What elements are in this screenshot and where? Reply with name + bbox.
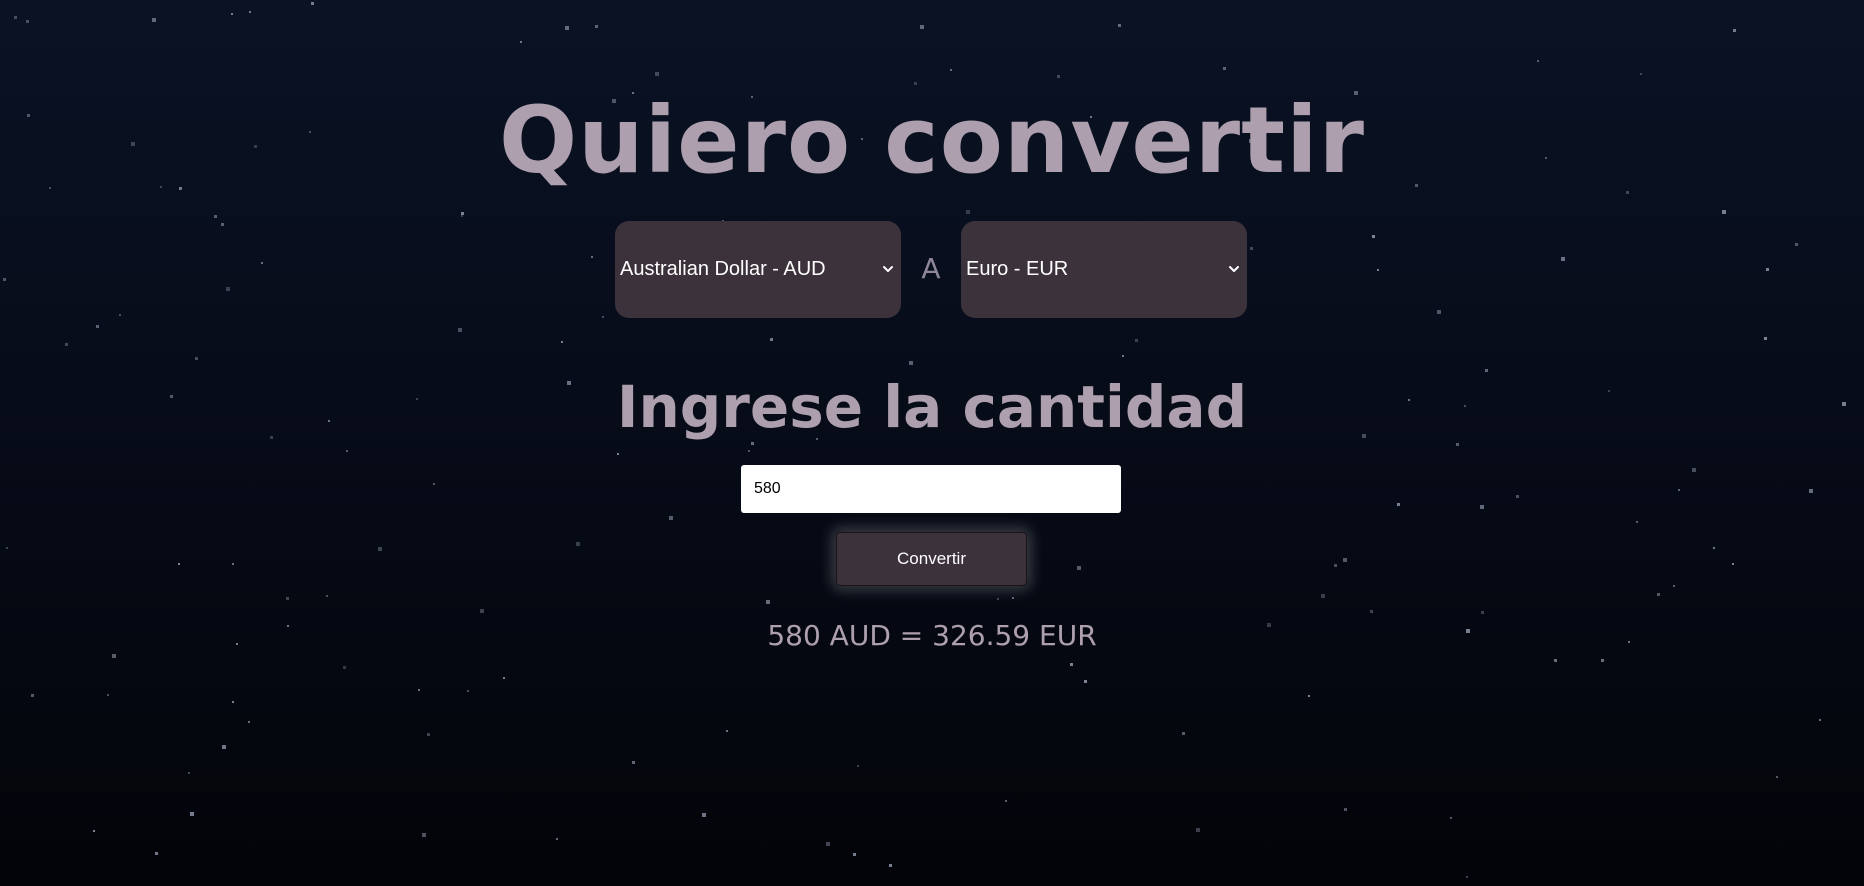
to-currency-select[interactable]: Euro - EUR <box>961 221 1247 318</box>
converter-page: Quiero convertir Australian Dollar - AUD… <box>0 0 1864 886</box>
page-title: Quiero convertir <box>498 87 1366 194</box>
from-currency-value: Australian Dollar - AUD <box>620 258 826 280</box>
amount-input[interactable] <box>741 465 1121 513</box>
from-currency-select[interactable]: Australian Dollar - AUD <box>615 221 901 318</box>
chevron-down-icon <box>1229 266 1239 272</box>
currency-separator: A <box>921 252 941 285</box>
convert-button[interactable]: Convertir <box>836 532 1027 586</box>
chevron-down-icon <box>883 266 893 272</box>
conversion-result: 580 AUD = 326.59 EUR <box>767 619 1097 652</box>
amount-heading: Ingrese la cantidad <box>616 373 1248 441</box>
to-currency-value: Euro - EUR <box>966 258 1069 280</box>
